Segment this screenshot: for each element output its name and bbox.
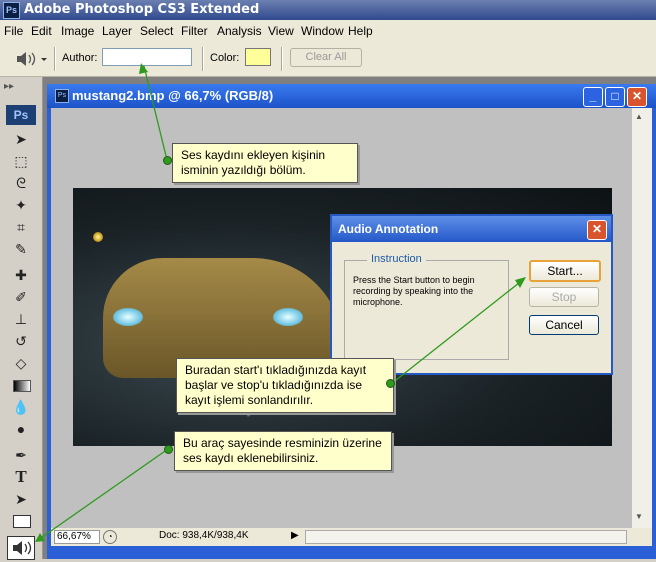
callout-marker xyxy=(164,445,173,454)
callout-marker xyxy=(386,379,395,388)
annotation-color-swatch[interactable] xyxy=(245,48,271,66)
menu-help[interactable]: Help xyxy=(348,24,373,38)
separator xyxy=(202,47,204,71)
history-brush-tool-icon[interactable]: ↺ xyxy=(10,331,32,351)
cancel-button[interactable]: Cancel xyxy=(529,315,599,335)
street-light xyxy=(93,232,103,242)
scroll-down-icon[interactable]: ▼ xyxy=(635,512,643,521)
author-input[interactable] xyxy=(102,48,192,66)
separator xyxy=(54,47,56,71)
pen-tool-icon[interactable]: ✒ xyxy=(10,445,32,465)
eyedropper-tool-icon[interactable]: ✎ xyxy=(10,239,32,259)
callout-marker xyxy=(163,156,172,165)
author-label: Author: xyxy=(62,52,98,64)
menu-analysis[interactable]: Analysis xyxy=(217,24,262,38)
audio-tool-preset-picker[interactable] xyxy=(12,48,50,70)
scroll-up-icon[interactable]: ▲ xyxy=(635,112,643,121)
menu-file[interactable]: File xyxy=(4,24,23,38)
photoshop-logo-icon: Ps xyxy=(3,2,20,19)
marquee-tool-icon[interactable]: ⬚ xyxy=(10,151,32,171)
clear-all-button[interactable]: Clear All xyxy=(290,48,362,67)
type-tool-icon[interactable]: T xyxy=(10,467,32,487)
headlight xyxy=(113,308,143,326)
blur-tool-icon[interactable]: 💧 xyxy=(10,397,32,417)
minimize-button[interactable]: _ xyxy=(583,87,603,107)
callout-tool-text: Bu araç sayesinde resminizin üzerine ses… xyxy=(183,436,382,465)
instruction-group: Instruction Press the Start button to be… xyxy=(344,253,509,360)
dialog-close-icon[interactable]: ✕ xyxy=(587,220,607,240)
stop-button[interactable]: Stop xyxy=(529,287,599,307)
status-bar: 66,67% ◔ Doc: 938,4K/938,4K ▶ xyxy=(51,528,652,546)
dialog-title: Audio Annotation xyxy=(338,222,439,236)
close-button[interactable]: ✕ xyxy=(627,87,647,107)
headlight xyxy=(273,308,303,326)
speaker-icon xyxy=(17,52,47,66)
document-title: mustang2.bmp @ 66,7% (RGB/8) xyxy=(72,88,274,103)
menu-edit[interactable]: Edit xyxy=(31,24,52,38)
options-bar: Author: Color: Clear All xyxy=(0,42,656,77)
menu-layer[interactable]: Layer xyxy=(102,24,132,38)
menu-bar: File Edit Image Layer Select Filter Anal… xyxy=(0,20,656,43)
audio-annotation-tool[interactable] xyxy=(7,536,35,560)
crop-tool-icon[interactable]: ⌗ xyxy=(10,217,32,237)
zoom-field[interactable]: 66,67% xyxy=(54,530,100,544)
horizontal-scrollbar[interactable] xyxy=(305,530,627,544)
status-info-icon[interactable]: ◔ xyxy=(103,530,117,544)
move-tool-icon[interactable]: ➤ xyxy=(10,129,32,149)
menu-filter[interactable]: Filter xyxy=(181,24,208,38)
healing-brush-tool-icon[interactable]: ✚ xyxy=(10,265,32,285)
shape-tool-icon[interactable] xyxy=(10,511,32,531)
toolbox: ▸▸ Ps ➤ ⬚ ᘓ ✦ ⌗ ✎ ✚ ✐ ⊥ ↺ ◇ 💧 ● ✒ T ➤ xyxy=(0,77,43,560)
maximize-button[interactable]: □ xyxy=(605,87,625,107)
speaker-icon xyxy=(13,541,32,555)
instruction-text: Press the Start button to begin recordin… xyxy=(353,275,475,307)
document-ps-icon: Ps xyxy=(55,89,69,103)
audio-annotation-dialog: Audio Annotation ✕ Instruction Press the… xyxy=(330,214,613,375)
callout-author: Ses kaydını ekleyen kişinin isminin yazı… xyxy=(172,143,358,183)
eraser-tool-icon[interactable]: ◇ xyxy=(10,353,32,373)
callout-tool: Bu araç sayesinde resminizin üzerine ses… xyxy=(174,431,392,471)
status-menu-arrow-icon[interactable]: ▶ xyxy=(291,530,299,541)
brush-tool-icon[interactable]: ✐ xyxy=(10,287,32,307)
collapse-arrows-icon[interactable]: ▸▸ xyxy=(4,81,14,92)
menu-view[interactable]: View xyxy=(268,24,294,38)
menu-window[interactable]: Window xyxy=(301,24,344,38)
color-label: Color: xyxy=(210,52,240,64)
magic-wand-tool-icon[interactable]: ✦ xyxy=(10,195,32,215)
separator xyxy=(281,47,283,71)
callout-start-stop: Buradan start'ı tıkladığınızda kayıt baş… xyxy=(176,358,394,413)
dialog-title-bar[interactable]: Audio Annotation ✕ xyxy=(332,216,611,242)
callout-start-stop-text: Buradan start'ı tıkladığınızda kayıt baş… xyxy=(185,363,367,407)
document-size: Doc: 938,4K/938,4K xyxy=(159,530,249,541)
menu-select[interactable]: Select xyxy=(140,24,173,38)
window-title: Adobe Photoshop CS3 Extended xyxy=(24,2,260,17)
gradient-tool-icon[interactable] xyxy=(10,375,32,395)
document-title-bar[interactable]: Ps mustang2.bmp @ 66,7% (RGB/8) _ □ ✕ xyxy=(47,84,656,108)
toolbox-logo: Ps xyxy=(6,105,36,125)
lasso-tool-icon[interactable]: ᘓ xyxy=(10,173,32,193)
instruction-group-label: Instruction xyxy=(367,253,426,265)
title-bar: Ps Adobe Photoshop CS3 Extended xyxy=(0,0,656,20)
clone-stamp-tool-icon[interactable]: ⊥ xyxy=(10,309,32,329)
callout-author-text: Ses kaydını ekleyen kişinin isminin yazı… xyxy=(181,148,326,177)
path-selection-tool-icon[interactable]: ➤ xyxy=(10,489,32,509)
menu-image[interactable]: Image xyxy=(61,24,94,38)
vertical-scrollbar[interactable]: ▲ ▼ xyxy=(632,108,652,528)
start-button[interactable]: Start... xyxy=(529,260,601,282)
dodge-tool-icon[interactable]: ● xyxy=(10,419,32,439)
